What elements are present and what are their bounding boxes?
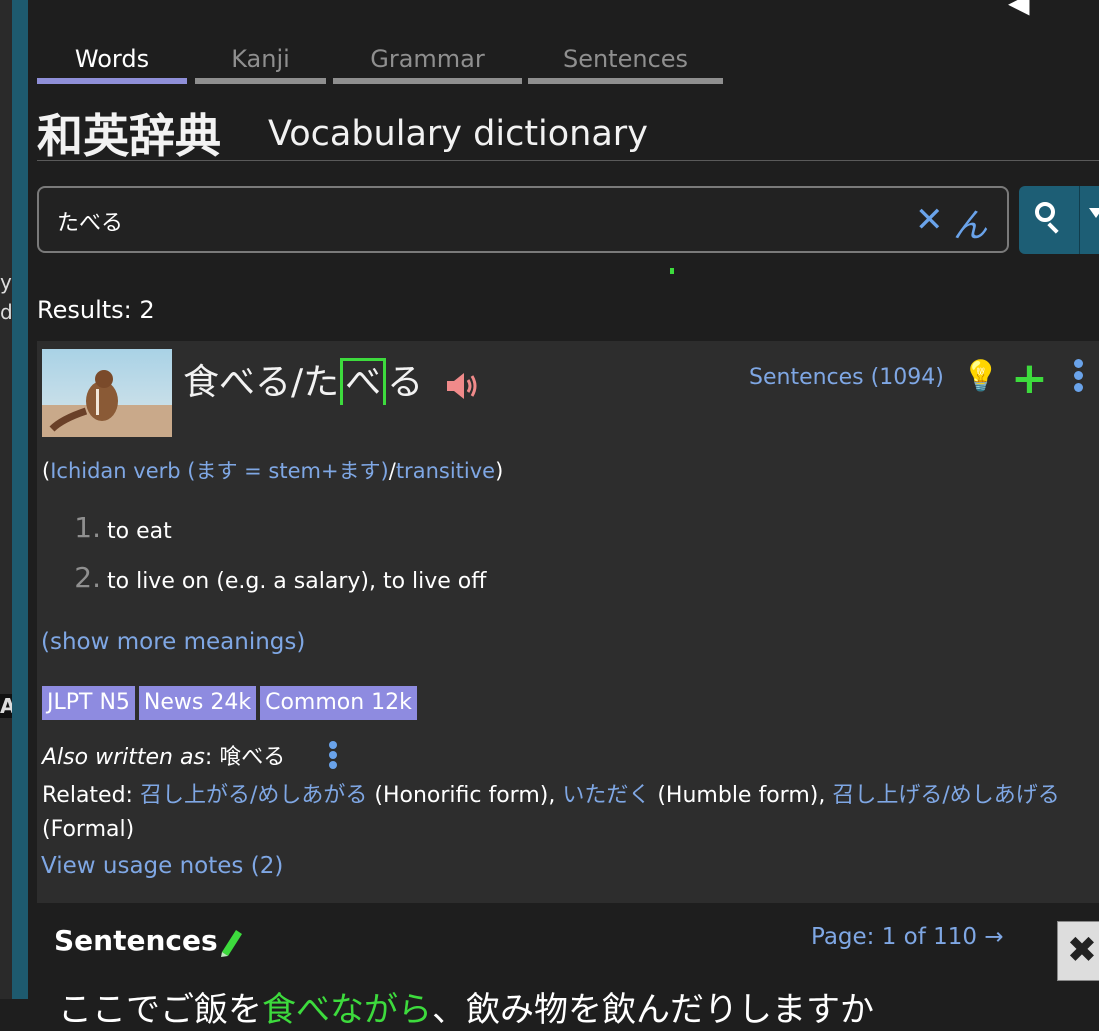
lightbulb-icon[interactable]: 💡 — [962, 359, 999, 394]
page-label: Page: 1 of 110 — [811, 924, 978, 950]
sentence-highlight: 食べながら — [262, 990, 432, 1030]
also-written-value: : 喰べる — [204, 745, 286, 770]
add-icon[interactable]: + — [1011, 353, 1048, 404]
handwriting-icon[interactable]: ん — [953, 198, 987, 247]
left-strip-char: d — [0, 300, 13, 324]
pos-paren: ( — [42, 459, 51, 483]
news-badge: News 24k — [138, 686, 257, 720]
related-link[interactable]: 召し上がる/めしあがる — [140, 783, 367, 808]
pencil-icon[interactable] — [218, 928, 244, 958]
meaning-number: 1. — [74, 511, 101, 544]
related-note: (Honorific form), — [367, 783, 563, 808]
meaning-text: to eat — [107, 519, 172, 544]
jlpt-badge: JLPT N5 — [42, 686, 135, 720]
next-page-arrow-icon[interactable]: → — [984, 924, 1003, 950]
sentences-section-title: Sentences — [54, 924, 218, 957]
close-icon[interactable]: ✕ — [915, 200, 944, 240]
pagination: Page: 1 of 110 → — [811, 924, 1004, 950]
related-link[interactable]: 召し上げる/めしあげる — [832, 783, 1059, 808]
left-page-strip: y d A — [0, 0, 16, 999]
view-usage-notes-link[interactable]: View usage notes (2) — [41, 853, 283, 879]
pos-link-transitive[interactable]: transitive — [396, 459, 495, 483]
related-note: (Humble form), — [650, 783, 833, 808]
indicator-mark — [670, 268, 674, 274]
tab-label: Kanji — [231, 45, 290, 73]
related-words: Related: 召し上がる/めしあがる (Honorific form), い… — [42, 779, 1092, 847]
part-of-speech: (Ichidan verb (ます = stem+ます)/transitive) — [42, 455, 503, 485]
results-count: Results: 2 — [37, 296, 155, 324]
pitch-accent-mark: べ — [340, 358, 387, 405]
also-written-label: Also written as — [42, 745, 205, 770]
search-box: ✕ ん — [37, 186, 1009, 253]
badge-row: JLPT N5 News 24k Common 12k — [42, 686, 421, 720]
tab-label: Words — [74, 45, 150, 73]
sentence-text: ここでご飯を食べながら、飲み物を飲んだりしますか — [58, 982, 874, 1031]
search-input[interactable] — [55, 202, 879, 240]
more-options-icon[interactable] — [1074, 359, 1084, 395]
related-link[interactable]: いただく — [562, 783, 650, 808]
word-text: 食べる/た — [183, 362, 340, 403]
sentence-part: ここでご飯を — [58, 990, 262, 1030]
meaning-number: 2. — [74, 561, 101, 594]
speaker-icon[interactable] — [445, 369, 481, 403]
related-label: Related: — [42, 783, 140, 808]
sentences-count-link[interactable]: Sentences (1094) — [749, 365, 944, 390]
related-note: (Formal) — [42, 817, 135, 842]
back-arrow-icon[interactable]: ◀ — [1008, 0, 1030, 19]
tab-grammar[interactable]: Grammar — [333, 40, 522, 84]
pos-paren: ) — [495, 459, 504, 483]
search-icon — [1035, 202, 1055, 222]
sentence-part: 、飲み物を飲んだりしますか — [432, 990, 874, 1030]
tab-words[interactable]: Words — [37, 40, 187, 84]
pos-link-verb[interactable]: Ichidan verb (ます = stem+ます) — [50, 459, 389, 483]
word-heading: 食べる/たべる — [183, 353, 423, 405]
alternate-forms-menu-icon[interactable] — [329, 741, 337, 771]
word-image[interactable] — [42, 349, 172, 437]
tab-sentences[interactable]: Sentences — [528, 40, 723, 84]
tab-label: Sentences — [562, 45, 689, 73]
pos-sep: / — [388, 459, 396, 483]
show-more-meanings-link[interactable]: (show more meanings) — [41, 629, 305, 655]
word-tail: る — [387, 362, 424, 403]
left-strip-char: y — [0, 270, 12, 294]
page-title-japanese: 和英辞典 — [37, 109, 221, 163]
tab-kanji[interactable]: Kanji — [195, 40, 326, 84]
close-button[interactable]: ✖ — [1057, 921, 1099, 981]
also-written-as: Also written as: 喰べる — [42, 739, 285, 771]
page-title: 和英辞典 Vocabulary dictionary — [37, 100, 1099, 163]
common-badge: Common 12k — [260, 686, 417, 720]
page-title-english: Vocabulary dictionary — [268, 114, 648, 154]
tab-label: Grammar — [370, 45, 485, 73]
sidebar-edge — [12, 0, 28, 999]
meaning-text: to live on (e.g. a salary), to live off — [107, 569, 487, 594]
chevron-down-icon[interactable] — [1089, 208, 1099, 218]
search-button[interactable] — [1019, 186, 1099, 254]
word-entry-card: 食べる/たべる Sentences (1094) 💡 + (Ichidan ve… — [37, 341, 1099, 903]
